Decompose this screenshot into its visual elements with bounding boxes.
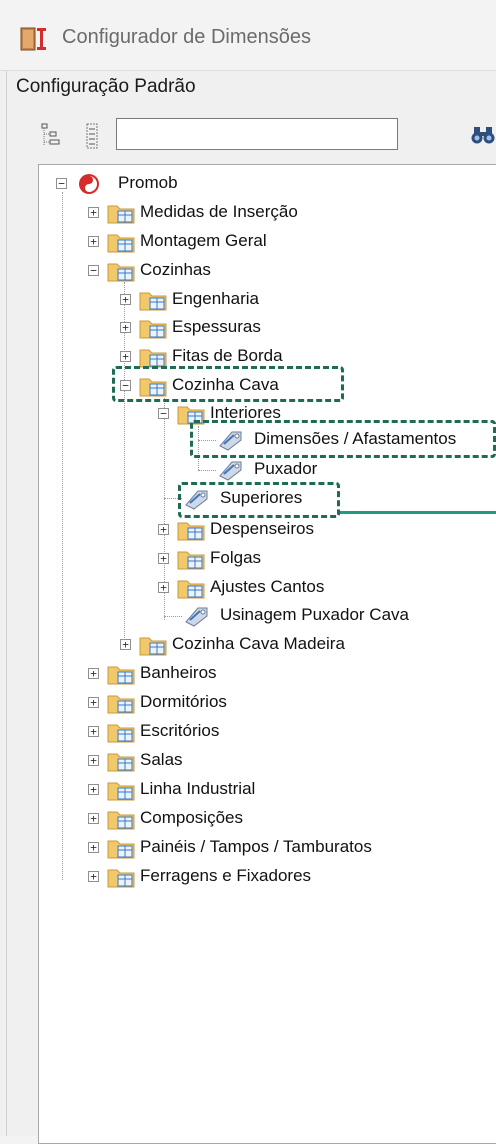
expand-toggle[interactable]: + [120,351,131,362]
tree-node-escritorios[interactable]: + Escritórios [88,720,388,746]
app-ruler-icon [20,27,46,51]
folder-icon [139,292,167,311]
tree-node-label: Usinagem Puxador Cava [220,605,409,624]
tree-node-despenseiros[interactable]: + Despenseiros [158,518,458,544]
folder-icon [107,205,135,224]
folder-icon [107,724,135,743]
tree-node-label: Painéis / Tampos / Tamburatos [140,837,372,856]
folder-icon [177,522,205,541]
tree-node-label: Cozinhas [140,260,211,279]
tree-node-linha-industrial[interactable]: + Linha Industrial [88,778,388,804]
find-binoculars-icon[interactable] [470,124,496,146]
folder-icon [139,320,167,339]
expand-toggle[interactable]: + [88,813,99,824]
tree-node-espessuras[interactable]: + Espessuras [120,316,420,342]
tree-node-label: Escritórios [140,721,220,740]
folder-icon [107,811,135,830]
expand-toggle[interactable]: + [120,639,131,650]
folder-icon [107,666,135,685]
expand-toggle[interactable]: + [88,236,99,247]
tree-node-label: Espessuras [172,317,261,336]
tree-node-label: Medidas de Inserção [140,202,298,221]
tree-node-cozinhas[interactable]: − Cozinhas [88,259,388,285]
tree-node-label: Ajustes Cantos [210,577,325,596]
tree-node-label: Montagem Geral [140,231,267,250]
search-input[interactable] [116,118,398,150]
highlight-box-dimensoes [190,420,496,458]
expand-toggle[interactable]: + [88,842,99,853]
tag-icon [185,607,208,627]
expand-tree-icon[interactable] [40,122,62,150]
folder-icon [107,840,135,859]
folder-icon [107,695,135,714]
tree-node-label: Banheiros [140,663,217,682]
folder-icon [107,234,135,253]
folder-icon [177,551,205,570]
tree-node-label: Dormitórios [140,692,227,711]
folder-icon [107,869,135,888]
folder-icon [177,580,205,599]
collapse-toggle[interactable]: − [158,408,169,419]
configuration-label: Configuração Padrão [16,76,196,97]
tree-node-label: Salas [140,750,183,769]
tree-node-label: Promob [118,173,178,192]
tree-node-label: Fitas de Borda [172,346,283,365]
tree-node-engenharia[interactable]: + Engenharia [120,288,420,314]
expand-toggle[interactable]: + [88,668,99,679]
tree-node-label: Folgas [210,548,262,567]
tree-node-paineis[interactable]: + Painéis / Tampos / Tamburatos [88,836,428,862]
expand-toggle[interactable]: + [158,582,169,593]
tree-node-label: Linha Industrial [140,779,256,798]
expand-toggle[interactable]: + [88,207,99,218]
tree-node-label: Despenseiros [210,519,314,538]
expand-toggle[interactable]: + [88,784,99,795]
collapse-toggle[interactable]: − [88,265,99,276]
tree-node-promob[interactable]: − Promob [56,172,256,198]
expand-toggle[interactable]: + [158,553,169,564]
highlight-box-cozinha-cava [112,366,344,402]
tree-node-ajustes-cantos[interactable]: + Ajustes Cantos [158,576,458,602]
tree-node-label: Composições [140,808,243,827]
tree-line [62,192,63,880]
highlight-box-superiores [178,482,340,518]
collapse-tree-icon[interactable] [82,122,104,150]
tree-node-puxador[interactable]: Puxador [198,458,496,484]
folder-open-icon [107,263,135,282]
expand-toggle[interactable]: + [120,294,131,305]
tree-node-label: Engenharia [172,289,259,308]
folder-icon [107,782,135,801]
tree-node-cozinha-cava-madeira[interactable]: + Cozinha Cava Madeira [120,633,420,659]
tree-node-ferragens[interactable]: + Ferragens e Fixadores [88,865,388,891]
title-bar[interactable]: Configurador de Dimensões [0,0,496,70]
expand-toggle[interactable]: + [120,322,131,333]
folder-icon [107,753,135,772]
promob-logo-icon [79,174,99,194]
tree-node-usinagem-puxador-cava[interactable]: Usinagem Puxador Cava [164,604,464,630]
tree-node-label: Cozinha Cava Madeira [172,634,345,653]
expand-toggle[interactable]: + [158,524,169,535]
tree-node-banheiros[interactable]: + Banheiros [88,662,388,688]
tree-node-folgas[interactable]: + Folgas [158,547,458,573]
tree-node-salas[interactable]: + Salas [88,749,388,775]
tree-node-montagem[interactable]: + Montagem Geral [88,230,388,256]
collapse-toggle[interactable]: − [56,178,67,189]
expand-toggle[interactable]: + [88,726,99,737]
tree-node-label: Puxador [254,459,318,478]
highlight-connector-line [340,511,496,514]
window-left-border [0,70,7,1136]
expand-toggle[interactable]: + [88,755,99,766]
configurador-window: Configurador de Dimensões Configuração P… [0,0,496,1144]
window-title: Configurador de Dimensões [62,26,312,48]
tree-node-dormitorios[interactable]: + Dormitórios [88,691,388,717]
expand-toggle[interactable]: + [88,697,99,708]
tag-icon [219,461,242,481]
tree-node-composicoes[interactable]: + Composições [88,807,388,833]
tree-node-label: Ferragens e Fixadores [140,866,312,885]
folder-icon [139,637,167,656]
tree-node-medidas[interactable]: + Medidas de Inserção [88,201,388,227]
expand-toggle[interactable]: + [88,871,99,882]
